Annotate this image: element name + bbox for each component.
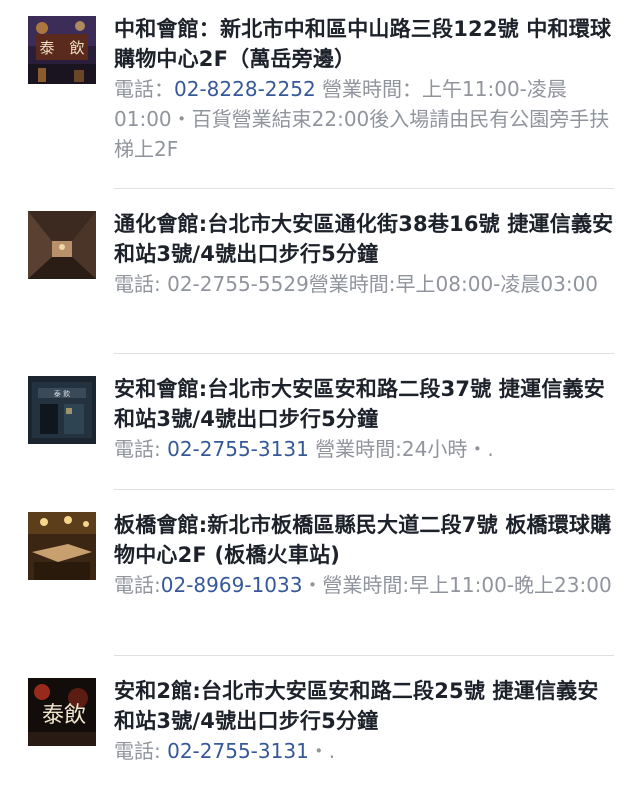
divider bbox=[114, 353, 614, 354]
venue-text: 中和會館：新北市中和區中山路三段122號 中和環球購物中心2F（萬岳旁邊） 電話… bbox=[114, 14, 614, 164]
venue-photo-corridor[interactable] bbox=[28, 211, 96, 279]
phone-link[interactable]: 02-8228-2252 bbox=[174, 77, 316, 101]
venue-hours: 營業時間:24小時・. bbox=[308, 437, 494, 461]
venue-meta: 電話: 02-2755-5529營業時間:早上08:00-凌晨03:00 bbox=[114, 269, 614, 299]
divider bbox=[114, 655, 614, 656]
venue-address: 中和會館：新北市中和區中山路三段122號 中和環球購物中心2F（萬岳旁邊） bbox=[114, 17, 612, 71]
venue-address: 板橋會館:新北市板橋區縣民大道二段7號 板橋環球購物中心2F (板橋火車站) bbox=[114, 513, 612, 567]
venue-hours: ・. bbox=[308, 739, 336, 763]
divider bbox=[114, 188, 614, 189]
venue-text: 通化會館:台北市大安區通化街38巷16號 捷運信義安和站3號/4號出口步行5分鐘… bbox=[114, 209, 614, 299]
venue-meta: 電話: 02-2755-3131・. bbox=[114, 736, 614, 766]
venue-photo-storefront[interactable]: 泰 飲 bbox=[28, 376, 96, 444]
venue-meta: 電話:02-8969-1033・營業時間:早上11:00-晚上23:00 bbox=[114, 570, 614, 600]
divider bbox=[114, 489, 614, 490]
phone-link[interactable]: 02-2755-3131 bbox=[167, 739, 309, 763]
venue-photo-lounge[interactable] bbox=[28, 512, 96, 580]
phone-label: 電話： bbox=[114, 77, 174, 101]
phone-text[interactable]: 02-2755-5529 bbox=[167, 272, 309, 296]
phone-link[interactable]: 02-2755-3131 bbox=[167, 437, 309, 461]
venue-hours: ・營業時間:早上11:00-晚上23:00 bbox=[302, 573, 612, 597]
phone-label: 電話: bbox=[114, 739, 168, 763]
svg-text:泰 飲: 泰 飲 bbox=[39, 39, 84, 57]
venue-text: 安和會館:台北市大安區安和路二段37號 捷運信義安和站3號/4號出口步行5分鐘 … bbox=[114, 374, 614, 464]
venue-text: 板橋會館:新北市板橋區縣民大道二段7號 板橋環球購物中心2F (板橋火車站) 電… bbox=[114, 510, 614, 600]
venue-photo-calligraphy[interactable]: 泰飲 bbox=[28, 678, 96, 746]
phone-label: 電話: bbox=[114, 437, 168, 461]
svg-text:泰飲: 泰飲 bbox=[42, 703, 86, 728]
venue-address: 安和會館:台北市大安區安和路二段37號 捷運信義安和站3號/4號出口步行5分鐘 bbox=[114, 377, 605, 431]
venue-address: 通化會館:台北市大安區通化街38巷16號 捷運信義安和站3號/4號出口步行5分鐘 bbox=[114, 212, 614, 266]
phone-label: 電話: bbox=[114, 573, 161, 597]
venue-text: 安和2館:台北市大安區安和路二段25號 捷運信義安和站3號/4號出口步行5分鐘 … bbox=[114, 676, 614, 766]
venue-list: 泰 飲 中和會館：新北市中和區中山路三段122號 中和環球購物中心2F（萬岳旁邊… bbox=[0, 0, 640, 807]
venue-address: 安和2館:台北市大安區安和路二段25號 捷運信義安和站3號/4號出口步行5分鐘 bbox=[114, 679, 599, 733]
venue-meta: 電話: 02-2755-3131 營業時間:24小時・. bbox=[114, 434, 614, 464]
venue-meta: 電話：02-8228-2252 營業時間：上午11:00-凌晨01:00・百貨營… bbox=[114, 74, 614, 164]
phone-label: 電話: bbox=[114, 272, 168, 296]
venue-photo-signboard[interactable]: 泰 飲 bbox=[28, 16, 96, 84]
venue-hours: 營業時間:早上08:00-凌晨03:00 bbox=[308, 272, 599, 296]
phone-link[interactable]: 02-8969-1033 bbox=[161, 573, 303, 597]
svg-text:泰 飲: 泰 飲 bbox=[54, 389, 70, 398]
